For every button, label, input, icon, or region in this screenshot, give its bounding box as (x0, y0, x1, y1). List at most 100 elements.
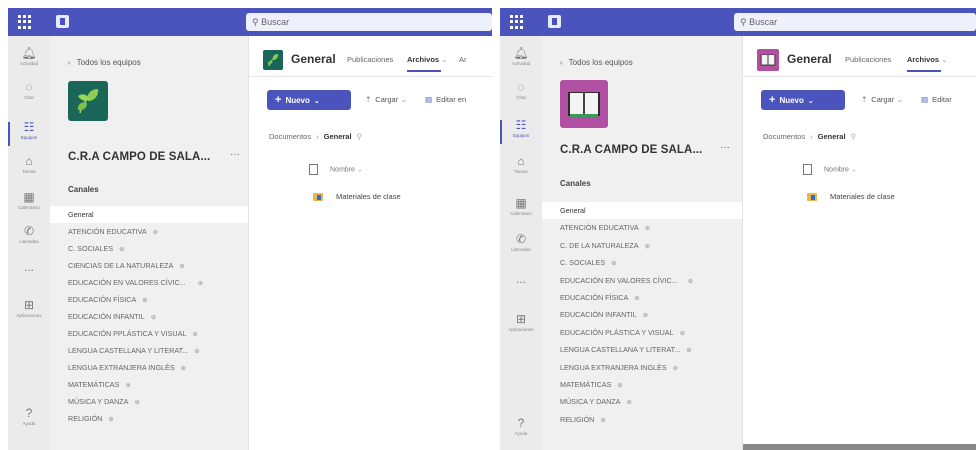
edit-label: Editar en (436, 95, 467, 104)
team-more-options-icon[interactable]: ··· (230, 149, 240, 160)
edit-in-grid-button[interactable]: ▤ Editar en (425, 95, 466, 104)
channel-item[interactable]: EDUCACIÓN PLÁSTICA Y VISUAL ⊕ (542, 324, 742, 341)
upload-icon: ⇡ (861, 95, 868, 104)
chevron-right-icon: › (810, 132, 813, 141)
rail-item-teams[interactable]: ☷ Equipos (500, 118, 542, 148)
channel-item[interactable]: C. DE LA NATURALEZA ⊕ (542, 237, 742, 254)
rail-item-activity[interactable]: 🔔︎ Actividad (8, 46, 50, 76)
channel-item[interactable]: C. SOCIALES ⊕ (542, 254, 742, 271)
rail-item-chat[interactable]: ◌ Chat (500, 80, 542, 110)
grid-icon: ▤ (425, 95, 433, 104)
active-tab-indicator (407, 70, 441, 72)
channel-item[interactable]: CIENCIAS DE LA NATURALEZA ⊕ (50, 257, 248, 274)
rail-item-help[interactable]: ? Ayuda (500, 416, 542, 446)
tab-more[interactable]: Ar (459, 55, 467, 64)
tab-publicaciones[interactable]: Publicaciones (845, 55, 891, 64)
edit-in-grid-button[interactable]: ▤ Editar (921, 95, 952, 104)
app-launcher-icon[interactable] (18, 15, 32, 29)
rail-label: Equipos (20, 135, 38, 140)
rail-item-more[interactable]: ... (8, 260, 50, 290)
channel-item[interactable]: ATENCIÓN EDUCATIVA ⊕ (542, 219, 742, 236)
new-button[interactable]: + Nuevo ⌄ (267, 90, 351, 110)
chevron-down-icon: ⌄ (941, 55, 948, 64)
rail-item-apps[interactable]: ⊞ Aplicaciones (8, 298, 50, 328)
channel-item[interactable]: LENGUA EXTRANJERA INGLÉS ⊕ (542, 359, 742, 376)
share-icon[interactable]: ⚲ (851, 132, 857, 141)
chevron-left-icon: ‹ (560, 58, 563, 67)
breadcrumb-root[interactable]: Documentos (269, 132, 311, 141)
document-icon (309, 164, 318, 175)
file-row[interactable]: Materiales de clase (313, 192, 401, 202)
channel-item[interactable]: MATEMÁTICAS ⊕ (50, 376, 248, 393)
channel-item-general[interactable]: General (542, 202, 742, 220)
channel-label: EDUCACIÓN EN VALORES CÍVIC... (560, 275, 678, 285)
rail-item-assignments[interactable]: ⌂ Tareas (8, 154, 50, 184)
team-name: C.R.A CAMPO DE SALA... (560, 144, 703, 156)
rail-item-calls[interactable]: ✆ Llamadas (8, 224, 50, 254)
chat-icon: ◌ (517, 80, 525, 94)
rail-item-help[interactable]: ? Ayuda (8, 406, 50, 436)
rail-item-apps[interactable]: ⊞ Aplicaciones (500, 312, 542, 342)
channel-item[interactable]: EDUCACIÓN INFANTIL ⊕ (542, 306, 742, 323)
channel-item[interactable]: EDUCACIÓN FÍSICA ⊕ (542, 289, 742, 306)
lock-icon: ⊕ (679, 329, 686, 337)
rail-item-chat[interactable]: ◌ Chat (8, 80, 50, 110)
channel-item[interactable]: MÚSICA Y DANZA ⊕ (542, 393, 742, 410)
channel-item[interactable]: C. SOCIALES ⊕ (50, 240, 248, 257)
back-to-all-teams-link[interactable]: ‹ Todos los equipos (560, 58, 633, 67)
rail-item-activity[interactable]: 🔔︎ Actividad (500, 46, 542, 76)
tab-archivos[interactable]: Archivos ⌄ (407, 55, 448, 64)
bell-icon: 🔔︎ (21, 46, 37, 60)
upload-button[interactable]: ⇡ Cargar ⌄ (861, 95, 903, 104)
back-to-all-teams-link[interactable]: ‹ Todos los equipos (68, 58, 141, 67)
rail-item-more[interactable]: ... (500, 272, 542, 302)
upload-button[interactable]: ⇡ Cargar ⌄ (365, 95, 407, 104)
channel-label: MATEMÁTICAS (560, 379, 612, 389)
share-icon[interactable]: ⚲ (357, 132, 363, 141)
search-placeholder: Buscar (261, 17, 290, 27)
channel-item[interactable]: LENGUA CASTELLANA Y LITERAT... ⊕ (542, 341, 742, 358)
app-rail: 🔔︎ Actividad ◌ Chat ☷ Equipos ⌂ Tareas ▦ Cale… (8, 36, 50, 450)
channel-item[interactable]: EDUCACIÓN EN VALORES CÍVIC... ⊕ (542, 272, 742, 289)
channel-item[interactable]: LENGUA EXTRANJERA INGLÉS ⊕ (50, 359, 248, 376)
channel-label: General (560, 206, 586, 215)
rail-item-calendar[interactable]: ▦ Calendario (8, 190, 50, 220)
search-input[interactable]: ⚲ Buscar (734, 13, 976, 31)
lock-icon: ⊕ (152, 229, 159, 236)
breadcrumb-root[interactable]: Documentos (763, 132, 805, 141)
new-button[interactable]: + Nuevo ⌄ (761, 90, 845, 110)
tab-publicaciones[interactable]: Publicaciones (347, 55, 393, 64)
tab-archivos[interactable]: Archivos ⌄ (907, 55, 948, 64)
rail-item-calendar[interactable]: ▦ Calendario (500, 196, 542, 226)
rail-item-teams[interactable]: ☷ Equipos (8, 120, 50, 150)
channel-item-general[interactable]: General (50, 206, 248, 223)
channel-item[interactable]: ATENCIÓN EDUCATIVA ⊕ (50, 223, 248, 240)
file-row[interactable]: Materiales de clase (807, 192, 895, 202)
channel-item[interactable]: MATEMÁTICAS ⊕ (542, 376, 742, 393)
channel-item[interactable]: EDUCACIÓN EN VALORES CÍVIC... ⊕ (50, 274, 248, 291)
channel-item[interactable]: EDUCACIÓN PPLÁSTICA Y VISUAL ⊕ (50, 325, 248, 342)
lock-icon: ⊕ (687, 277, 694, 285)
channel-item[interactable]: EDUCACIÓN INFANTIL ⊕ (50, 308, 248, 325)
search-input[interactable]: ⚲ Buscar (246, 13, 492, 31)
channel-item[interactable]: LENGUA CASTELLANA Y LITERAT... ⊕ (50, 342, 248, 359)
more-icon: ... (515, 272, 526, 286)
horizontal-scrollbar[interactable] (743, 444, 976, 450)
book-icon (568, 92, 600, 117)
rail-label: Llamadas (511, 247, 531, 252)
lock-icon: ⊕ (194, 348, 200, 355)
channel-item[interactable]: EDUCACIÓN FÍSICA ⊕ (50, 291, 248, 308)
channel-item[interactable]: RELIGIÓN ⊕ (542, 411, 742, 428)
plus-icon: + (769, 94, 776, 106)
rail-item-assignments[interactable]: ⌂ Tareas (500, 154, 542, 184)
folder-name: Materiales de clase (830, 192, 895, 201)
channel-label: MÚSICA Y DANZA (68, 397, 129, 406)
app-launcher-icon[interactable] (510, 15, 524, 29)
team-more-options-icon[interactable]: ··· (720, 142, 730, 153)
column-header-name[interactable]: Nombre ⌄ (803, 164, 857, 175)
rail-item-calls[interactable]: ✆ Llamadas (500, 232, 542, 262)
channel-label: EDUCACIÓN PLÁSTICA Y VISUAL (560, 327, 674, 337)
channel-item[interactable]: MÚSICA Y DANZA ⊕ (50, 393, 248, 410)
column-header-name[interactable]: Nombre ⌄ (309, 164, 363, 175)
channel-item[interactable]: RELIGIÓN ⊕ (50, 410, 248, 427)
